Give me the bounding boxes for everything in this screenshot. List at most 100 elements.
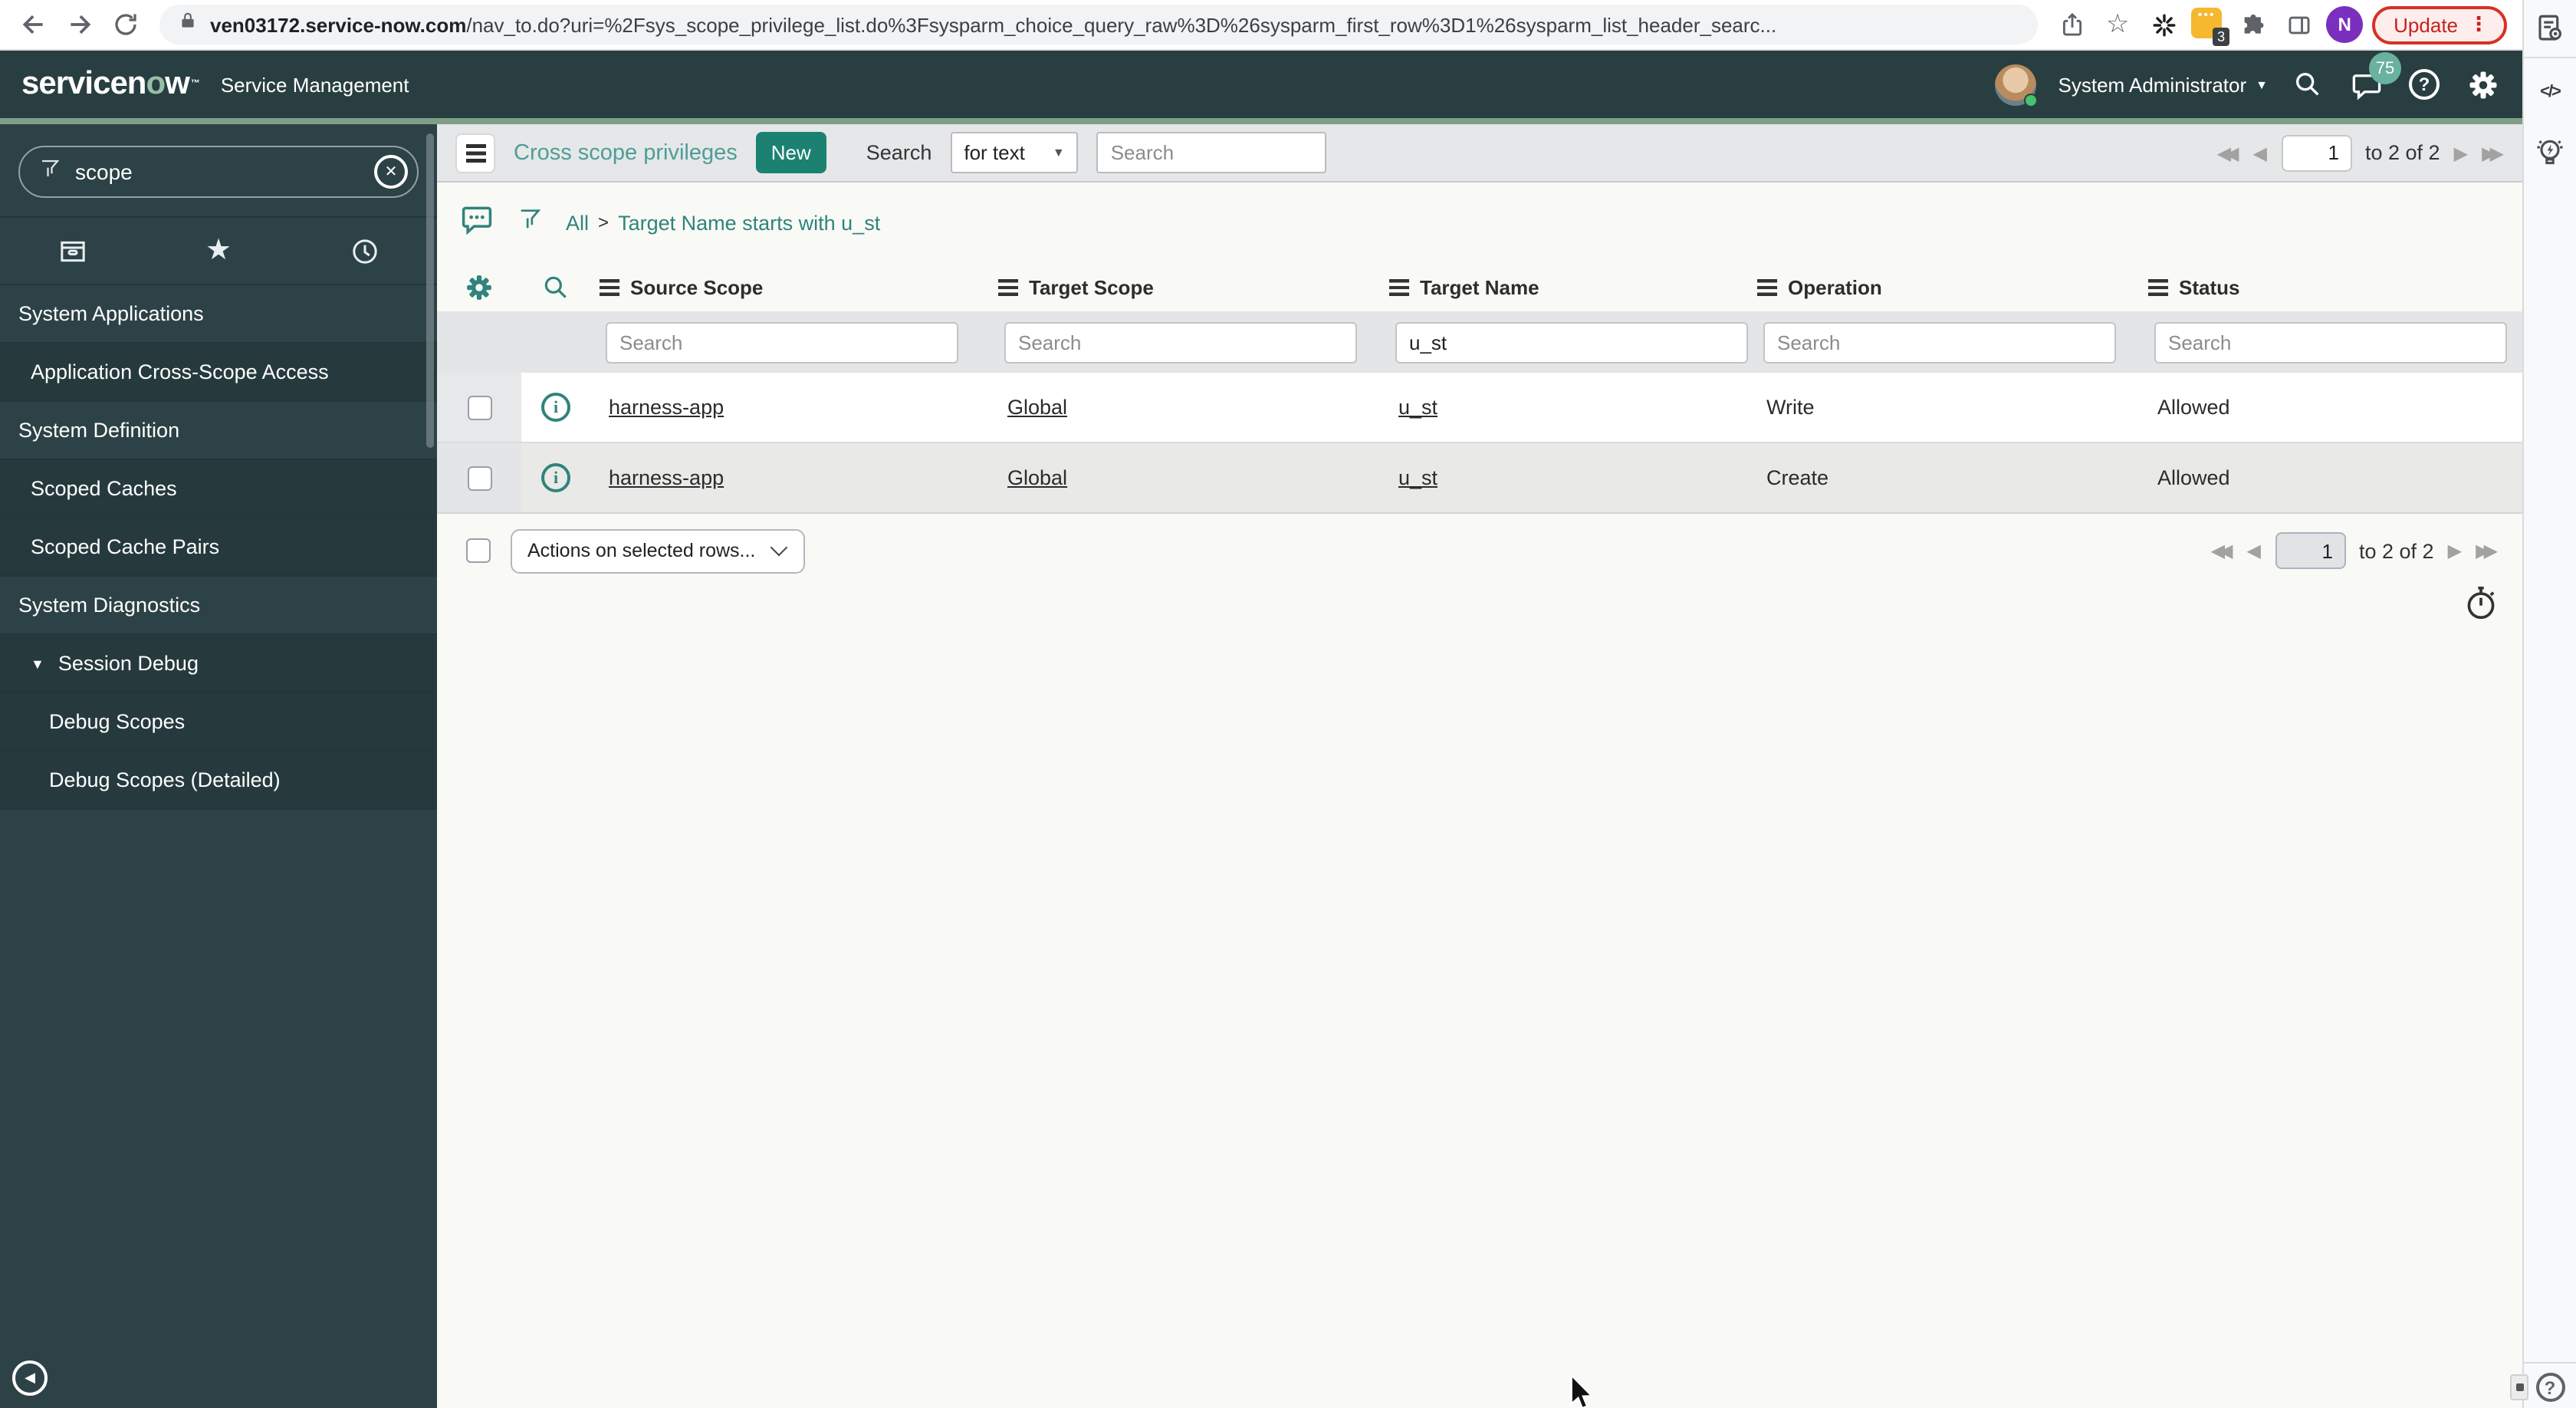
list-settings-gear-icon[interactable] — [437, 272, 521, 301]
breadcrumb-filter-icon[interactable] — [517, 203, 543, 242]
sidebar-item-debug-scopes-detailed[interactable]: Debug Scopes (Detailed) — [0, 752, 437, 810]
global-search-icon[interactable] — [2289, 66, 2326, 103]
breadcrumb-filter-link[interactable]: Target Name starts with u_st — [618, 211, 880, 234]
search-type-select[interactable]: for text ▼ — [950, 132, 1079, 173]
back-icon[interactable] — [15, 6, 52, 43]
form-viewer-extension-icon[interactable] — [2534, 12, 2566, 44]
extension-icon-badged[interactable]: ••• 3 — [2191, 8, 2230, 46]
target-scope-link[interactable]: Global — [1007, 466, 1067, 489]
breadcrumb-row: All > Target Name starts with u_st — [437, 183, 2522, 262]
last-page-icon[interactable]: ▶▶ — [2476, 541, 2498, 560]
navigator-search[interactable]: ✕ — [18, 146, 419, 198]
page-number-input[interactable] — [2281, 134, 2351, 171]
user-avatar[interactable] — [1995, 64, 2039, 107]
tab-history[interactable] — [291, 218, 437, 284]
navigator-search-input[interactable] — [75, 160, 360, 184]
collapse-sidebar-button[interactable]: ◀ — [12, 1360, 48, 1396]
extensions-puzzle-icon[interactable] — [2234, 6, 2271, 43]
sidebar-item-scoped-cache-pairs[interactable]: Scoped Cache Pairs — [0, 518, 437, 577]
last-page-icon[interactable]: ▶▶ — [2482, 143, 2504, 162]
spinner-extension-icon[interactable] — [2145, 6, 2182, 43]
browser-profile-avatar[interactable]: N — [2326, 6, 2364, 43]
question-glyph: ? — [2544, 1377, 2556, 1398]
nav-label: Session Debug — [58, 652, 199, 675]
address-bar[interactable]: ven03172.service-now.com/nav_to.do?uri=%… — [159, 5, 2039, 44]
target-name-link[interactable]: u_st — [1398, 466, 1438, 489]
record-preview-icon[interactable]: i — [541, 463, 570, 492]
settings-gear-icon[interactable] — [2464, 66, 2501, 103]
lightbulb-extension-icon[interactable] — [2533, 135, 2567, 170]
actions-select[interactable]: Actions on selected rows... — [511, 528, 805, 573]
column-menu-icon[interactable] — [2148, 278, 2168, 295]
breadcrumb-all-link[interactable]: All — [566, 211, 589, 234]
source-scope-link[interactable]: harness-app — [609, 466, 724, 489]
select-all-checkbox[interactable] — [466, 538, 491, 563]
bookmark-star-icon[interactable]: ☆ — [2099, 6, 2136, 43]
source-scope-link[interactable]: harness-app — [609, 396, 724, 419]
target-scope-link[interactable]: Global — [1007, 396, 1067, 419]
next-page-icon[interactable]: ▶ — [2454, 143, 2468, 162]
column-search-toggle-icon[interactable] — [521, 272, 590, 301]
sidebar-item-application-cross-scope-access[interactable]: Application Cross-Scope Access — [0, 344, 437, 402]
response-time-icon[interactable] — [2464, 584, 2498, 629]
record-preview-icon[interactable]: i — [541, 393, 570, 422]
next-page-icon[interactable]: ▶ — [2448, 541, 2462, 560]
prev-page-icon[interactable]: ◀ — [2253, 143, 2267, 162]
strip-help-icon[interactable]: ? — [2535, 1373, 2564, 1402]
tab-favorites[interactable]: ★ — [146, 218, 291, 284]
first-page-icon[interactable]: ◀◀ — [2217, 143, 2239, 162]
reload-icon[interactable] — [107, 6, 144, 43]
sidebar-item-debug-scopes[interactable]: Debug Scopes — [0, 693, 437, 752]
column-header-row: Source Scope Target Scope Target Name Op… — [437, 262, 2522, 311]
browser-menu-icon[interactable]: ⋮ — [2469, 12, 2489, 37]
user-name: System Administrator — [2058, 73, 2247, 96]
sidebar-item-system-definition[interactable]: System Definition — [0, 402, 437, 460]
row-checkbox[interactable] — [467, 395, 491, 419]
help-icon[interactable]: ? — [2406, 66, 2443, 103]
filter-target-scope[interactable] — [1004, 321, 1357, 363]
row-checkbox[interactable] — [467, 465, 491, 490]
list-title[interactable]: Cross scope privileges — [514, 140, 738, 165]
target-name-link[interactable]: u_st — [1398, 396, 1438, 419]
column-header-target-name[interactable]: Target Name — [1380, 275, 1748, 298]
column-header-operation[interactable]: Operation — [1748, 275, 2139, 298]
code-extension-icon[interactable]: </> — [2540, 83, 2561, 101]
share-icon[interactable] — [2053, 6, 2090, 43]
side-panel-icon[interactable] — [2280, 6, 2317, 43]
sidebar-item-session-debug[interactable]: ▼ Session Debug — [0, 635, 437, 693]
column-header-status[interactable]: Status — [2139, 275, 2522, 298]
filter-target-name[interactable] — [1395, 321, 1748, 363]
page-range-label: to 2 of 2 — [2359, 539, 2434, 562]
extension-badge: 3 — [2213, 28, 2230, 46]
list-search-input[interactable] — [1096, 132, 1327, 173]
user-menu[interactable]: System Administrator ▼ — [2058, 73, 2269, 96]
column-menu-icon[interactable] — [998, 278, 1018, 295]
new-button[interactable]: New — [755, 132, 826, 173]
filter-operation[interactable] — [1763, 321, 2116, 363]
clear-search-icon[interactable]: ✕ — [374, 155, 408, 189]
conversations-icon[interactable]: 75 — [2348, 52, 2401, 103]
collapse-caret-icon[interactable]: ▼ — [31, 656, 44, 671]
forward-icon[interactable] — [61, 6, 98, 43]
list-context-menu-button[interactable] — [455, 133, 495, 173]
column-header-target-scope[interactable]: Target Scope — [989, 275, 1380, 298]
sidebar-item-scoped-caches[interactable]: Scoped Caches — [0, 460, 437, 518]
sidebar-scrollbar[interactable] — [426, 133, 434, 448]
first-page-icon[interactable]: ◀◀ — [2211, 541, 2233, 560]
sidebar-item-system-diagnostics[interactable]: System Diagnostics — [0, 577, 437, 635]
column-header-source-scope[interactable]: Source Scope — [590, 275, 989, 298]
sidebar-item-system-applications[interactable]: System Applications — [0, 285, 437, 344]
prev-page-icon[interactable]: ◀ — [2247, 541, 2261, 560]
filter-source-scope[interactable] — [606, 321, 958, 363]
column-menu-icon[interactable] — [1389, 278, 1409, 295]
browser-update-button[interactable]: Update ⋮ — [2372, 5, 2507, 44]
actions-select-value: Actions on selected rows... — [527, 540, 756, 561]
column-menu-icon[interactable] — [600, 278, 619, 295]
cell-status: Allowed — [2157, 466, 2230, 489]
list-chat-icon[interactable] — [460, 202, 494, 243]
column-menu-icon[interactable] — [1757, 278, 1777, 295]
page-number-input[interactable] — [2275, 532, 2345, 569]
page-scrollbar-end[interactable] — [2510, 1374, 2528, 1400]
tab-all-applications[interactable] — [0, 218, 146, 284]
filter-status[interactable] — [2154, 321, 2507, 363]
